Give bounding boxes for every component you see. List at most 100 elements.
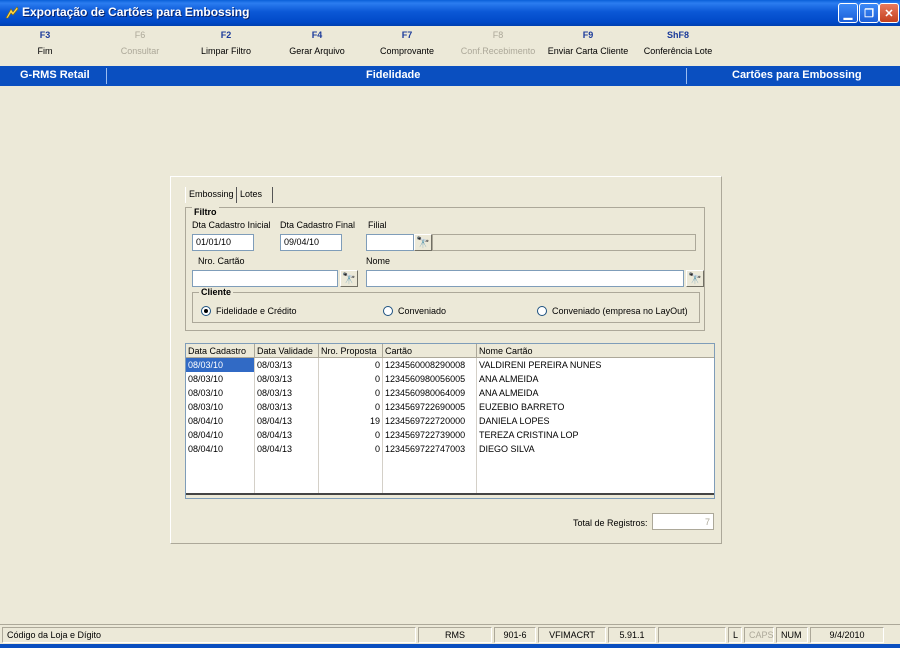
- radio-dot: [537, 306, 547, 316]
- grid-header-cell[interactable]: Cartão: [383, 344, 477, 358]
- table-row[interactable]: 08/03/10 08/03/13 0 1234569722690005 EUZEBIO…: [186, 400, 714, 414]
- filial-label: Filial: [368, 220, 387, 230]
- table-cell: [383, 456, 477, 470]
- table-cell: [383, 470, 477, 484]
- fkey-conferencia-lote[interactable]: ShF8 Conferência Lote: [638, 30, 718, 56]
- cards-grid[interactable]: Data Cadastro Data Validade Nro. Propost…: [185, 343, 715, 499]
- fkey-key: F4: [311, 30, 323, 40]
- cliente-group: Cliente Fidelidade e Crédito Conveniado …: [192, 287, 700, 323]
- table-row[interactable]: 08/04/10 08/04/13 0 1234569722739000 TEREZA …: [186, 428, 714, 442]
- dta-final-input[interactable]: 09/04/10: [280, 234, 342, 251]
- table-cell: ANA ALMEIDA: [479, 388, 539, 398]
- filial-input[interactable]: [366, 234, 414, 251]
- main-panel: Embossing Lotes Filtro Dta Cadastro Inic…: [170, 176, 722, 544]
- status-blank: [658, 627, 726, 643]
- grid-header-cell[interactable]: Nro. Proposta: [319, 344, 383, 358]
- table-cell: 08/04/13: [255, 414, 319, 428]
- table-cell: [186, 456, 255, 470]
- grid-bottom-bar: [186, 493, 714, 498]
- bottom-accent-line: [0, 644, 900, 648]
- close-icon: ✕: [884, 7, 894, 20]
- maximize-button[interactable]: ❐: [859, 3, 879, 23]
- dta-inicial-label: Dta Cadastro Inicial: [192, 220, 271, 230]
- module-bar-module: Fidelidade: [366, 69, 421, 81]
- fkey-consultar[interactable]: F6 Consultar: [110, 30, 170, 56]
- radio-conveniado[interactable]: Conveniado: [383, 306, 446, 316]
- table-cell: [319, 456, 383, 470]
- table-row[interactable]: 08/04/10 08/04/13 0 1234569722747003 DIEGO S…: [186, 442, 714, 456]
- table-row[interactable]: [186, 470, 714, 484]
- radio-label: Fidelidade e Crédito: [216, 306, 297, 316]
- title-bar: Exportação de Cartões para Embossing ▁ ❐…: [0, 0, 900, 26]
- table-row[interactable]: 08/04/10 08/04/13 19 1234569722720000 DANIEL…: [186, 414, 714, 428]
- fkey-key: ShF8: [666, 30, 689, 40]
- grid-header: Data Cadastro Data Validade Nro. Propost…: [186, 344, 714, 358]
- table-cell: 1234560008290008: [383, 358, 477, 372]
- fkey-fim[interactable]: F3 Fim: [20, 30, 70, 56]
- table-cell: [255, 470, 319, 484]
- radio-label: Conveniado (empresa no LayOut): [552, 306, 688, 316]
- table-cell: 1234569722739000: [383, 428, 477, 442]
- table-cell: 0: [319, 358, 383, 372]
- status-code: 901-6: [494, 627, 536, 643]
- tab-lotes[interactable]: Lotes: [237, 187, 273, 203]
- table-cell: 0: [319, 372, 383, 386]
- nome-label: Nome: [366, 256, 391, 266]
- table-cell: 0: [319, 442, 383, 456]
- fkey-enviar-carta-cliente[interactable]: F9 Enviar Carta Cliente: [542, 30, 634, 56]
- total-value: 7: [652, 513, 714, 530]
- dta-inicial-input[interactable]: 01/01/10: [192, 234, 254, 251]
- module-bar-screen: Cartões para Embossing: [732, 69, 862, 81]
- close-button[interactable]: ✕: [879, 3, 899, 23]
- nro-cartao-input[interactable]: [192, 270, 338, 287]
- fkey-limpar-filtro[interactable]: F2 Limpar Filtro: [192, 30, 260, 56]
- table-cell: 08/03/10: [186, 372, 255, 386]
- table-cell: 0: [319, 428, 383, 442]
- filter-legend: Filtro: [192, 207, 219, 217]
- table-row[interactable]: 08/03/10 08/03/13 0 1234560980064009 ANA ALM…: [186, 386, 714, 400]
- restore-icon: ❐: [864, 7, 874, 20]
- filial-search-button[interactable]: 🔭: [414, 234, 432, 251]
- table-cell: TEREZA CRISTINA LOP: [479, 430, 579, 440]
- table-row[interactable]: 08/03/10 08/03/13 0 1234560008290008 VALDIRE…: [186, 358, 714, 372]
- table-cell: 08/03/13: [255, 400, 319, 414]
- table-cell: 0: [319, 386, 383, 400]
- fkey-label: Gerar Arquivo: [289, 46, 345, 56]
- fkey-comprovante[interactable]: F7 Comprovante: [372, 30, 442, 56]
- grid-header-cell[interactable]: Data Cadastro: [186, 344, 255, 358]
- status-num: NUM: [776, 627, 808, 643]
- radio-fidelidade-credito[interactable]: Fidelidade e Crédito: [201, 306, 297, 316]
- total-label: Total de Registros:: [573, 518, 648, 528]
- status-version: 5.91.1: [608, 627, 656, 643]
- window-title: Exportação de Cartões para Embossing: [22, 5, 250, 19]
- table-cell: VALDIRENI PEREIRA NUNES: [479, 360, 602, 370]
- table-cell: [186, 470, 255, 484]
- module-bar: G-RMS Retail Fidelidade Cartões para Emb…: [0, 66, 900, 86]
- fkey-conf-recebimento[interactable]: F8 Conf.Recebimento: [456, 30, 540, 56]
- minimize-button[interactable]: ▁: [838, 3, 858, 23]
- table-cell: 08/03/10: [186, 400, 255, 414]
- fkey-label: Conferência Lote: [643, 46, 713, 56]
- grid-header-cell[interactable]: Nome Cartão: [477, 344, 714, 358]
- table-row[interactable]: [186, 456, 714, 470]
- nome-search-button[interactable]: 🔭: [686, 270, 704, 287]
- radio-conveniado-layout[interactable]: Conveniado (empresa no LayOut): [537, 306, 688, 316]
- table-cell: [477, 456, 714, 470]
- grid-header-cell[interactable]: Data Validade: [255, 344, 319, 358]
- table-cell: 0: [319, 400, 383, 414]
- table-cell: DIEGO SILVA: [479, 444, 535, 454]
- nro-cartao-search-button[interactable]: 🔭: [340, 270, 358, 287]
- binoculars-icon: 🔭: [416, 237, 430, 249]
- table-cell: 08/03/13: [255, 358, 319, 372]
- table-cell: 08/04/10: [186, 428, 255, 442]
- module-bar-divider: [106, 68, 107, 84]
- table-cell: 08/04/13: [255, 442, 319, 456]
- tab-embossing[interactable]: Embossing: [185, 187, 237, 203]
- dta-final-label: Dta Cadastro Final: [280, 220, 356, 230]
- status-system: RMS: [418, 627, 492, 643]
- nome-input[interactable]: [366, 270, 684, 287]
- status-caps: CAPS: [744, 627, 774, 643]
- fkey-gerar-arquivo[interactable]: F4 Gerar Arquivo: [282, 30, 352, 56]
- fkey-key: F7: [401, 30, 413, 40]
- table-row[interactable]: 08/03/10 08/03/13 0 1234560980056005 ANA ALM…: [186, 372, 714, 386]
